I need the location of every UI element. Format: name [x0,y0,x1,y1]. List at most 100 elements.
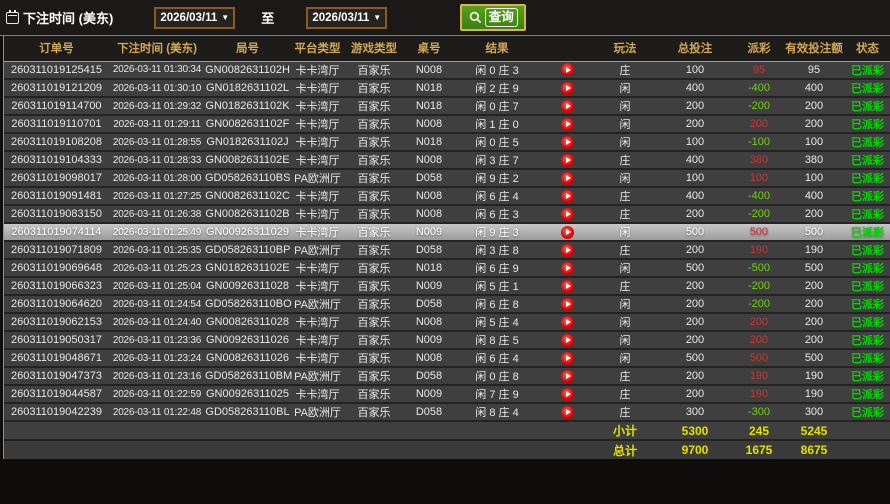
cell-status: 已派彩 [845,277,890,295]
cell-result: 闲 6 庄 4 [455,349,539,367]
cell-status: 已派彩 [845,133,890,151]
cell-status: 已派彩 [845,331,890,349]
table-row[interactable]: 2603110190503172026-03-11 01:23:36GN0092… [4,331,890,349]
cell-table-no: N008 [403,313,455,331]
play-video-icon[interactable] [561,63,574,76]
column-header-table-no: 桌号 [403,36,455,61]
cell-platform: PA欧洲厅 [290,403,345,421]
play-video-icon[interactable] [561,370,574,383]
cell-result: 闲 9 庄 3 [455,223,539,241]
play-video-icon[interactable] [561,262,574,275]
summary-spacer [4,440,595,459]
table-row[interactable]: 2603110190422392026-03-11 01:22:48GD0582… [4,403,890,421]
play-video-icon[interactable] [561,82,574,95]
play-video-icon[interactable] [561,208,574,221]
cell-payout: -200 [735,205,783,223]
cell-action [539,205,595,223]
cell-payout: 200 [735,313,783,331]
table-row[interactable]: 2603110190718092026-03-11 01:25:35GD0582… [4,241,890,259]
cell-table-no: D058 [403,295,455,313]
cell-total-bet: 200 [655,295,735,313]
cell-total-bet: 500 [655,259,735,277]
play-video-icon[interactable] [561,100,574,113]
cell-time: 2026-03-11 01:23:16 [109,367,205,385]
table-row[interactable]: 2603110191254152026-03-11 01:30:34GN0082… [4,61,890,79]
table-row[interactable]: 2603110190914812026-03-11 01:27:25GN0082… [4,187,890,205]
cell-time: 2026-03-11 01:25:23 [109,259,205,277]
cell-time: 2026-03-11 01:23:36 [109,331,205,349]
cell-total-bet: 200 [655,115,735,133]
play-video-icon[interactable] [561,118,574,131]
grand-total-row-label: 总计 [595,440,655,459]
table-row[interactable]: 2603110190486712026-03-11 01:23:24GN0082… [4,349,890,367]
table-row[interactable]: 2603110190473732026-03-11 01:23:16GD0582… [4,367,890,385]
play-video-icon[interactable] [561,406,574,419]
play-video-icon[interactable] [561,352,574,365]
cell-play: 闲 [595,97,655,115]
play-video-icon[interactable] [561,334,574,347]
table-row[interactable]: 2603110191212092026-03-11 01:30:10GN0182… [4,79,890,97]
cell-play: 庄 [595,367,655,385]
cell-game: 百家乐 [345,403,403,421]
cell-game: 百家乐 [345,295,403,313]
play-video-icon[interactable] [561,298,574,311]
cell-game: 百家乐 [345,97,403,115]
table-row[interactable]: 2603110191043332026-03-11 01:28:33GN0082… [4,151,890,169]
play-video-icon[interactable] [561,136,574,149]
table-row[interactable]: 2603110190741142026-03-11 01:25:49GN0092… [4,223,890,241]
cell-order: 260311019114700 [4,97,109,115]
subtotal-row-label: 小计 [595,421,655,440]
table-row[interactable]: 2603110190980172026-03-11 01:28:00GD0582… [4,169,890,187]
search-button[interactable]: 查询 [460,4,526,31]
play-video-icon[interactable] [561,190,574,203]
play-video-icon[interactable] [561,244,574,257]
cell-platform: PA欧洲厅 [290,295,345,313]
cell-total-bet: 500 [655,223,735,241]
cell-valid-bet: 100 [783,133,845,151]
play-video-icon[interactable] [561,172,574,185]
cell-play: 闲 [595,115,655,133]
cell-total-bet: 100 [655,133,735,151]
column-header-valid-bet: 有效投注额 [783,36,845,61]
cell-round: GN00926311025 [205,385,290,403]
cell-game: 百家乐 [345,367,403,385]
table-row[interactable]: 2603110190663232026-03-11 01:25:04GN0092… [4,277,890,295]
cell-time: 2026-03-11 01:24:54 [109,295,205,313]
cell-action [539,349,595,367]
cell-round: GN0182631102E [205,259,290,277]
date-to-select[interactable]: 2026/03/11 ▼ [306,7,387,29]
cell-platform: 卡卡湾厅 [290,133,345,151]
subtotal-row-total-bet: 5300 [655,421,735,440]
cell-game: 百家乐 [345,79,403,97]
grand-total-row-valid-bet: 8675 [783,440,845,459]
cell-table-no: D058 [403,367,455,385]
cell-game: 百家乐 [345,331,403,349]
play-video-icon[interactable] [561,154,574,167]
table-row[interactable]: 2603110190696482026-03-11 01:25:23GN0182… [4,259,890,277]
cell-order: 260311019091481 [4,187,109,205]
cell-table-no: N018 [403,133,455,151]
table-row[interactable]: 2603110191107012026-03-11 01:29:11GN0082… [4,115,890,133]
cell-table-no: N018 [403,259,455,277]
play-video-icon[interactable] [561,388,574,401]
play-video-icon[interactable] [561,316,574,329]
play-video-icon[interactable] [561,226,574,239]
date-from-select[interactable]: 2026/03/11 ▼ [154,7,235,29]
table-row[interactable]: 2603110191147002026-03-11 01:29:32GN0182… [4,97,890,115]
play-video-icon[interactable] [561,280,574,293]
cell-action [539,133,595,151]
column-header-result: 结果 [455,36,539,61]
grand-total-row: 总计970016758675 [4,440,890,459]
table-row[interactable]: 2603110190445872026-03-11 01:22:59GN0092… [4,385,890,403]
table-row[interactable]: 2603110190831502026-03-11 01:26:38GN0082… [4,205,890,223]
table-row[interactable]: 2603110190646202026-03-11 01:24:54GD0582… [4,295,890,313]
cell-time: 2026-03-11 01:23:24 [109,349,205,367]
cell-game: 百家乐 [345,115,403,133]
table-row[interactable]: 2603110191082082026-03-11 01:28:55GN0182… [4,133,890,151]
table-row[interactable]: 2603110190621532026-03-11 01:24:40GN0082… [4,313,890,331]
cell-total-bet: 200 [655,97,735,115]
cell-payout: 190 [735,241,783,259]
cell-total-bet: 200 [655,313,735,331]
cell-round: GN00926311029 [205,223,290,241]
cell-payout: 200 [735,115,783,133]
